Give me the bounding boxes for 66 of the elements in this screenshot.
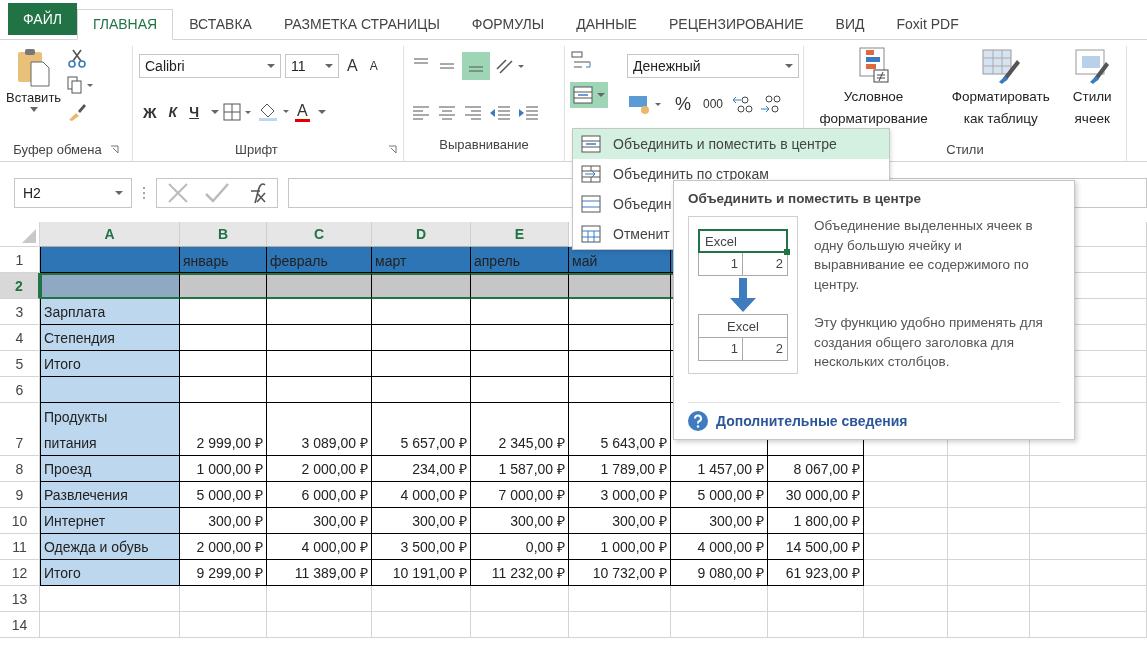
table-cell: январь: [180, 247, 267, 273]
table-cell: 1 457,00 ₽: [671, 456, 768, 482]
table-cell: февраль: [267, 247, 372, 273]
example-cell: 1: [699, 338, 743, 360]
table-cell: 8 067,00 ₽: [768, 456, 864, 482]
table-cell: 300,00 ₽: [671, 508, 768, 534]
table-cell: март: [372, 247, 471, 273]
table-cell: Развлечения: [40, 482, 180, 508]
table-cell: 4 000,00 ₽: [267, 534, 372, 560]
table-cell: 6 000,00 ₽: [267, 482, 372, 508]
table-cell: 5 000,00 ₽: [671, 482, 768, 508]
table-cell: 2 999,00 ₽: [180, 403, 267, 456]
table-cell: 3 000,00 ₽: [569, 482, 671, 508]
table-cell: 11 389,00 ₽: [267, 560, 372, 586]
table-cell: 1 587,00 ₽: [471, 456, 569, 482]
example-cell: 1: [699, 253, 743, 275]
example-cell: Excel: [705, 233, 737, 249]
table-cell: 1 789,00 ₽: [569, 456, 671, 482]
table-cell: 11 232,00 ₽: [471, 560, 569, 586]
example-cell-text: 2: [774, 255, 784, 273]
table-cell: 2 000,00 ₽: [267, 456, 372, 482]
tooltip-text: Объединение выделенных ячеек в одну большую ячейку и выравнивание ее содержимого по центру.: [814, 217, 1034, 294]
table-cell: 9 080,00 ₽: [671, 560, 768, 586]
table-cell: 300,00 ₽: [372, 508, 471, 534]
table-cell: 14 500,00 ₽: [768, 534, 864, 560]
group-label: Выравнивание: [439, 136, 529, 152]
table-cell: 3 089,00 ₽: [267, 403, 372, 456]
table-cell: 1 800,00 ₽: [768, 508, 864, 534]
table-cell: Итого: [40, 560, 180, 586]
table-cell: Одежда и обувь: [40, 534, 180, 560]
table-cell: 5 643,00 ₽: [569, 403, 671, 456]
group-label: Буфер обмена: [13, 141, 102, 157]
table-cell: Зарплата: [40, 299, 180, 325]
table-cell: Продукты питания: [40, 403, 180, 456]
table-cell: 5 000,00 ₽: [180, 482, 267, 508]
tooltip-text: Эту функцию удобно применять для создания общего заголовка для нескольких столбцов.: [814, 314, 1044, 371]
table-cell: 10 191,00 ₽: [372, 560, 471, 586]
table-cell: 2 000,00 ₽: [180, 534, 267, 560]
table-cell: 3 500,00 ₽: [372, 534, 471, 560]
table-cell: 61 923,00 ₽: [768, 560, 864, 586]
table-cell: 30 000,00 ₽: [768, 482, 864, 508]
group-label: Шрифт: [235, 141, 278, 157]
table-cell: 1 000,00 ₽: [569, 534, 671, 560]
table-cell: 300,00 ₽: [180, 508, 267, 534]
example-cell-text: 2: [774, 340, 784, 358]
table-cell: 10 732,00 ₽: [569, 560, 671, 586]
table-cell: Интернет: [40, 508, 180, 534]
example-cell: Excel: [727, 318, 759, 334]
table-cell: 300,00 ₽: [471, 508, 569, 534]
table-cell: апрель: [471, 247, 569, 273]
table-cell: 5 657,00 ₽: [372, 403, 471, 456]
tooltip-title: Объединить и поместить в центре: [688, 191, 923, 206]
table-cell: 4 000,00 ₽: [372, 482, 471, 508]
table-cell: 300,00 ₽: [569, 508, 671, 534]
table-cell: 2 345,00 ₽: [471, 403, 569, 456]
table-cell: 7 000,00 ₽: [471, 482, 569, 508]
table-cell: 9 299,00 ₽: [180, 560, 267, 586]
table-cell: Проезд: [40, 456, 180, 482]
table-cell: 4 000,00 ₽: [671, 534, 768, 560]
table-cell: Итого: [40, 351, 180, 377]
table-cell: 234,00 ₽: [372, 456, 471, 482]
table-cell: 0,00 ₽: [471, 534, 569, 560]
table-cell: 300,00 ₽: [267, 508, 372, 534]
table-cell: Степендия: [40, 325, 180, 351]
table-cell: 1 000,00 ₽: [180, 456, 267, 482]
group-label: Стили: [946, 141, 984, 157]
